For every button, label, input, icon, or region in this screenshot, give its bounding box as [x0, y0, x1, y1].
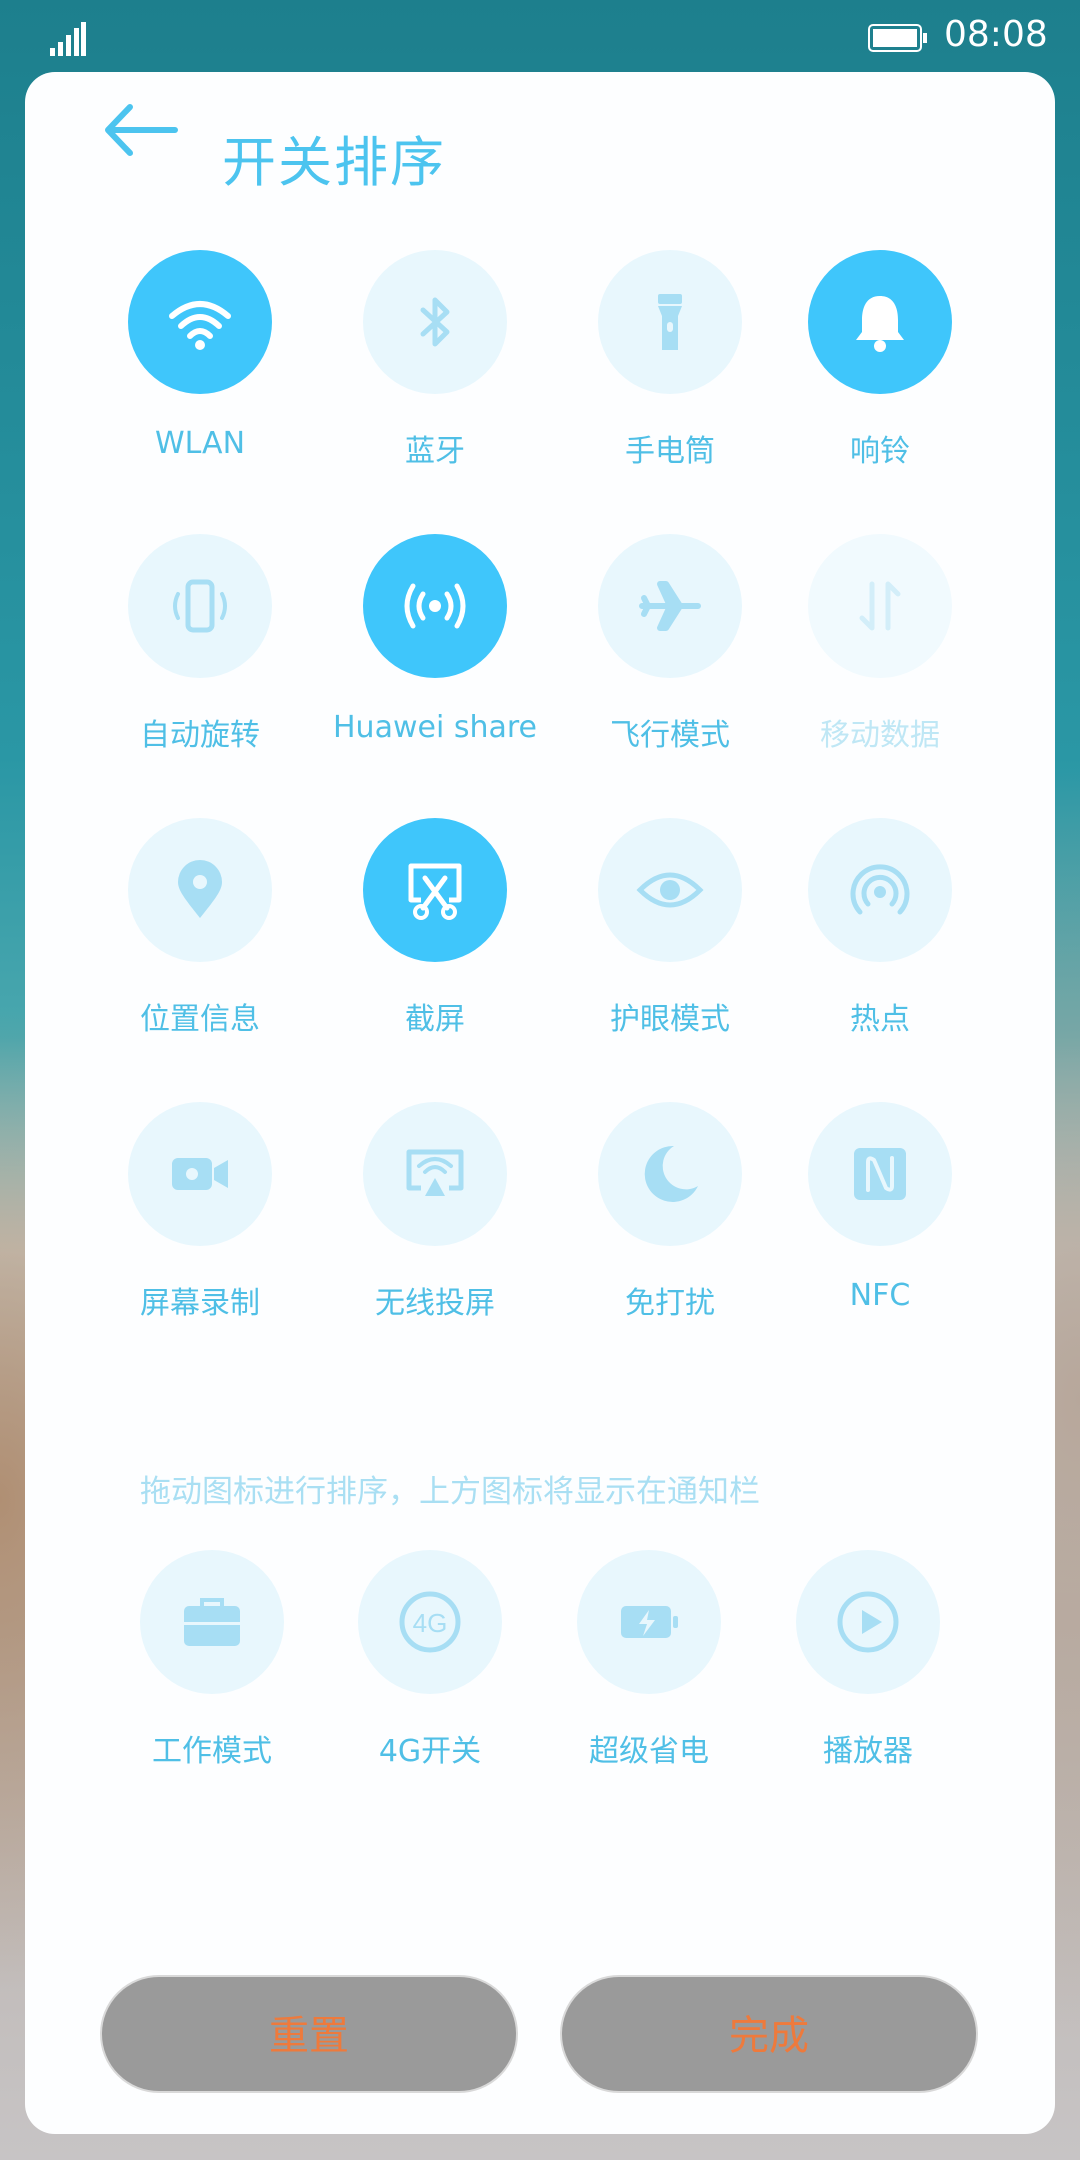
- tile-ring[interactable]: 响铃: [770, 250, 990, 490]
- bell-icon: [856, 296, 904, 352]
- signal-icon: [50, 22, 86, 56]
- wireless-projection-icon: [406, 1149, 464, 1196]
- tile-4g[interactable]: 4G 4G开关: [320, 1550, 540, 1790]
- tile-hotspot[interactable]: 热点: [770, 818, 990, 1058]
- screen-record-icon: [172, 1158, 228, 1190]
- wifi-icon: [169, 301, 231, 350]
- flashlight-icon: [658, 294, 682, 350]
- status-time: 08:08: [944, 14, 1048, 55]
- tile-label: 屏幕录制: [140, 1286, 260, 1321]
- tile-label: 播放器: [823, 1734, 913, 1769]
- tile-wireless-projection[interactable]: 无线投屏: [325, 1102, 545, 1342]
- player-icon: [837, 1591, 899, 1653]
- auto-rotate-icon: [173, 579, 227, 633]
- tile-location[interactable]: 位置信息: [90, 818, 310, 1058]
- tile-work-mode[interactable]: 工作模式: [102, 1550, 322, 1790]
- tile-label: 截屏: [405, 1002, 465, 1037]
- svg-text:4G: 4G: [413, 1608, 448, 1638]
- eye-icon: [636, 872, 704, 908]
- battery-saver-icon: [621, 1606, 678, 1638]
- moon-icon: [644, 1145, 698, 1202]
- sort-hint: 拖动图标进行排序，上方图标将显示在通知栏: [140, 1474, 760, 1510]
- tile-label: 自动旋转: [140, 718, 260, 753]
- tile-bluetooth[interactable]: 蓝牙: [325, 250, 545, 490]
- tile-mobile-data[interactable]: 移动数据: [770, 534, 990, 774]
- tile-label: Huawei share: [333, 710, 537, 745]
- tile-screenshot[interactable]: 截屏: [325, 818, 545, 1058]
- 4g-icon: 4G: [399, 1591, 461, 1653]
- nfc-icon: [854, 1148, 906, 1200]
- airplane-icon: [639, 581, 701, 631]
- tile-auto-rotate[interactable]: 自动旋转: [90, 534, 310, 774]
- tile-label: 热点: [850, 1002, 910, 1037]
- tile-huawei-share[interactable]: Huawei share: [325, 534, 545, 774]
- tile-label: 移动数据: [820, 718, 940, 753]
- tile-super-power-saving[interactable]: 超级省电: [539, 1550, 759, 1790]
- huawei-share-icon: [404, 583, 466, 629]
- page-title: 开关排序: [222, 131, 446, 194]
- tile-nfc[interactable]: NFC: [770, 1102, 990, 1342]
- tile-label: 响铃: [850, 434, 910, 469]
- tile-label: WLAN: [154, 426, 246, 461]
- tile-label: 无线投屏: [375, 1286, 495, 1321]
- done-button[interactable]: 完成: [560, 1975, 978, 2093]
- screenshot-icon: [408, 863, 462, 920]
- reset-button[interactable]: 重置: [100, 1975, 518, 2093]
- tile-airplane[interactable]: 飞行模式: [560, 534, 780, 774]
- briefcase-icon: [184, 1598, 240, 1646]
- tile-screen-record[interactable]: 屏幕录制: [90, 1102, 310, 1342]
- tile-player[interactable]: 播放器: [758, 1550, 978, 1790]
- tile-do-not-disturb[interactable]: 免打扰: [560, 1102, 780, 1342]
- mobile-data-icon: [859, 581, 901, 631]
- tile-label: 蓝牙: [405, 434, 465, 469]
- tile-label: NFC: [849, 1278, 911, 1313]
- back-arrow-icon[interactable]: [90, 95, 180, 165]
- tile-label: 位置信息: [140, 1002, 260, 1037]
- tile-wlan[interactable]: WLAN: [90, 250, 310, 490]
- hotspot-icon: [850, 864, 910, 915]
- status-bar: 08:08: [0, 0, 1080, 72]
- bluetooth-icon: [420, 297, 450, 347]
- tile-flashlight[interactable]: 手电筒: [560, 250, 780, 490]
- location-icon: [178, 860, 222, 918]
- battery-icon: [868, 24, 927, 52]
- tile-eye-comfort[interactable]: 护眼模式: [560, 818, 780, 1058]
